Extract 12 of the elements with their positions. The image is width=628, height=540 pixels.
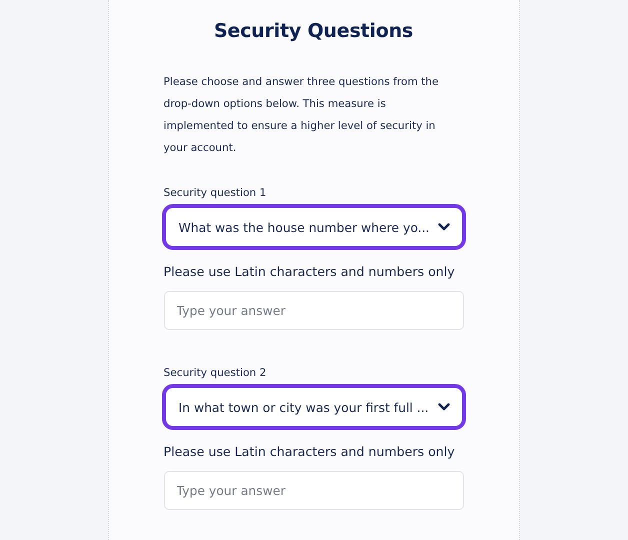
intro-text: Please choose and answer three questions from the drop-down options below. This measure is implemented to ensure a higher level of security in your account.: [164, 75, 440, 156]
chevron-down-icon: [438, 223, 450, 231]
question-label: Security question 1: [164, 186, 268, 200]
chevron-down-icon: [438, 403, 450, 411]
hint-text: Please use Latin characters and numbers only: [164, 443, 456, 461]
hint-text: Please use Latin characters and numbers only: [164, 263, 456, 281]
answer-field[interactable]: Type your answer: [164, 471, 464, 510]
question-dropdown[interactable]: In what town or city was your first full ...: [162, 384, 466, 430]
answer-field[interactable]: Type your answer: [164, 291, 464, 330]
question-dropdown[interactable]: What was the house number where yo...: [162, 204, 466, 250]
page-title: Security Questions: [212, 19, 414, 44]
question-label: Security question 2: [164, 366, 268, 380]
